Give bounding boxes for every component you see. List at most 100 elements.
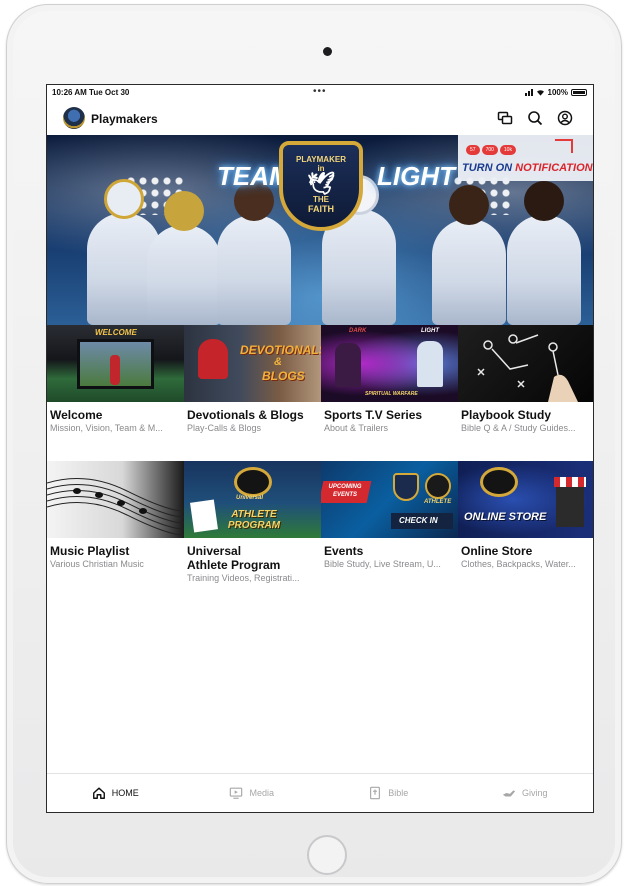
bottom-tab-bar: HOME Media Bible Giving: [47, 773, 593, 812]
tile-image-label: WELCOME: [95, 328, 137, 337]
tab-label: Bible: [388, 788, 409, 798]
tab-media[interactable]: Media: [184, 774, 321, 812]
tile-image-label: SPIRITUAL WARFARE: [365, 391, 418, 397]
tile-devotionals-blogs[interactable]: DEVOTIONALS & BLOGS Devotionals & Blogs …: [184, 325, 321, 433]
notification-pill: 10k: [499, 145, 516, 155]
chat-icon[interactable]: [497, 110, 513, 126]
tile-playbook-study[interactable]: Playbook Study Bible Q & A / Study Guide…: [458, 325, 593, 433]
music-staff-image: [47, 478, 184, 536]
tile-image: WELCOME: [47, 325, 184, 402]
tile-image: UPCOMING EVENTS ATHLETE CHECK IN: [321, 461, 458, 538]
tile-title: Welcome: [50, 408, 103, 422]
notification-pill: 700: [481, 145, 498, 155]
content-grid-row: Music Playlist Various Christian Music U…: [47, 461, 593, 583]
tile-image-label: DARK: [349, 328, 367, 334]
tile-title: Sports T.V Series: [324, 408, 423, 422]
tile-image: Universal ATHLETE PROGRAM: [184, 461, 321, 538]
account-icon[interactable]: [557, 110, 573, 126]
app-logo[interactable]: [63, 107, 85, 129]
player-figure: [217, 181, 291, 325]
notification-cta: TURN ON NOTIFICATIONS: [462, 162, 594, 174]
player-figure: [147, 191, 221, 325]
tile-title: Events: [324, 544, 364, 558]
tile-subtitle: Bible Study, Live Stream, U...: [324, 559, 441, 569]
playbook-diagram: [477, 334, 578, 402]
tile-sports-tv-series[interactable]: DARK LIGHT SPIRITUAL WARFARE Sports T.V …: [321, 325, 458, 433]
tile-title: Devotionals & Blogs: [187, 408, 304, 422]
tile-subtitle: About & Trailers: [324, 423, 389, 433]
tile-title: Online Store: [461, 544, 533, 558]
playmaker-crest: PLAYMAKER in 🕊 THE FAITH: [279, 141, 363, 231]
tile-subtitle: Training Videos, Registrati...: [187, 573, 300, 583]
status-time-date: 10:26 AM Tue Oct 30: [52, 88, 130, 97]
tile-subtitle: Play-Calls & Blogs: [187, 423, 262, 433]
app-header: Playmakers: [47, 101, 593, 135]
tile-universal-athlete-program[interactable]: Universal ATHLETE PROGRAM Universal Athl…: [184, 461, 321, 583]
giving-icon: [502, 790, 516, 797]
tile-title: Music Playlist: [50, 544, 130, 558]
tab-home[interactable]: HOME: [47, 774, 184, 812]
tile-events[interactable]: UPCOMING EVENTS ATHLETE CHECK IN Events …: [321, 461, 458, 583]
battery-percent: 100%: [547, 88, 568, 97]
signal-icon: [524, 89, 533, 96]
app-title: Playmakers: [91, 112, 158, 126]
wifi-icon: [536, 90, 544, 96]
tile-image-label: BLOGS: [262, 369, 305, 383]
notification-pill: 57: [466, 145, 480, 155]
tile-subtitle: Various Christian Music: [50, 559, 144, 569]
tab-label: HOME: [111, 788, 139, 798]
hero-banner[interactable]: TEAM LIGHT PLAYMAKER in 🕊 THE FAITH 57 7…: [47, 135, 594, 325]
tile-welcome[interactable]: WELCOME Welcome Mission, Vision, Team & …: [47, 325, 184, 433]
tile-image-label: LIGHT: [421, 328, 439, 334]
tile-subtitle: Bible Q & A / Study Guides...: [461, 423, 576, 433]
tile-image-label: CHECK IN: [399, 516, 438, 525]
cta-turn-on: TURN ON: [462, 162, 513, 174]
home-hardware-button[interactable]: [307, 835, 347, 875]
notification-pills: 57 700 10k: [466, 145, 516, 155]
cta-notifications: NOTIFICATIONS: [515, 162, 594, 174]
app-screen: 10:26 AM Tue Oct 30 ••• 100% Playmakers: [46, 84, 594, 813]
tab-label: Media: [249, 788, 274, 798]
tile-image-label: ATHLETE: [424, 499, 452, 505]
tile-image-label: &: [274, 356, 282, 368]
bible-icon: [370, 786, 381, 800]
tile-music-playlist[interactable]: Music Playlist Various Christian Music: [47, 461, 184, 583]
tile-image: DARK LIGHT SPIRITUAL WARFARE: [321, 325, 458, 402]
tab-giving[interactable]: Giving: [457, 774, 594, 812]
front-camera: [323, 47, 332, 56]
tile-image-label: ONLINE STORE: [464, 511, 547, 523]
home-icon: [92, 787, 105, 799]
arrow-up-icon: [555, 139, 573, 153]
tile-online-store[interactable]: ONLINE STORE Online Store Clothes, Backp…: [458, 461, 593, 583]
tile-image-small-label: Universal: [236, 495, 264, 501]
media-icon: [230, 787, 243, 799]
dove-icon: 🕊: [307, 171, 335, 196]
tile-image: DEVOTIONALS & BLOGS: [184, 325, 321, 402]
tile-image-label: DEVOTIONALS: [240, 343, 321, 357]
tile-subtitle: Clothes, Backpacks, Water...: [461, 559, 576, 569]
search-icon[interactable]: [527, 110, 543, 126]
tile-image-label: UPCOMING EVENTS: [328, 484, 362, 498]
tile-title: Playbook Study: [461, 408, 552, 422]
tile-image: [47, 461, 184, 538]
content-grid-row: WELCOME Welcome Mission, Vision, Team & …: [47, 325, 593, 433]
crest-bottom-text: FAITH: [308, 204, 334, 214]
tab-label: Giving: [521, 788, 548, 798]
tile-title-line: Athlete Program: [187, 558, 281, 572]
player-figure: [507, 181, 581, 325]
header-actions: [497, 110, 573, 126]
tile-image-label: ATHLETE PROGRAM: [227, 509, 281, 531]
notification-promo[interactable]: 57 700 10k TURN ON NOTIFICATIONS: [458, 135, 594, 181]
multitask-dots: •••: [313, 86, 327, 97]
tab-bible[interactable]: Bible: [320, 774, 457, 812]
tile-title: Universal Athlete Program: [187, 544, 321, 572]
crest-the-text: THE: [313, 195, 329, 204]
hero-light-text: LIGHT: [377, 161, 455, 191]
status-right: 100%: [524, 88, 587, 97]
tile-image: [458, 325, 593, 402]
status-bar: 10:26 AM Tue Oct 30 ••• 100%: [47, 85, 593, 101]
player-figure: [432, 185, 506, 325]
battery-icon: [571, 89, 587, 96]
tile-title-line: Universal: [187, 544, 242, 558]
tile-subtitle: Mission, Vision, Team & M...: [50, 423, 163, 433]
